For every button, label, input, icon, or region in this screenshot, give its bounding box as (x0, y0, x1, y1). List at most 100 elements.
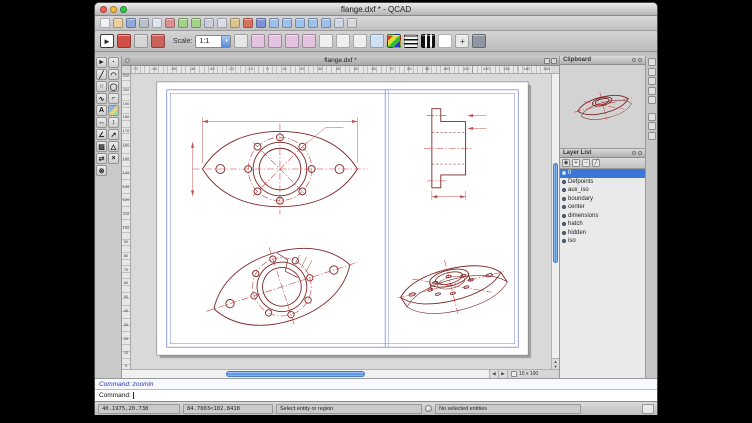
scale-combo[interactable]: 1:1 ▾ (195, 35, 231, 48)
snap-free-button[interactable] (234, 34, 248, 48)
panel-float-button[interactable] (632, 58, 637, 63)
document-maximize-button[interactable] (551, 58, 557, 64)
edit-layer-button[interactable]: ╱ (592, 159, 600, 167)
status-resize-grip[interactable] (642, 404, 654, 414)
print-preview-button[interactable] (152, 18, 162, 28)
crosshair-button[interactable]: + (455, 34, 469, 48)
text-tool[interactable]: A (96, 105, 107, 116)
minimize-button[interactable] (110, 6, 117, 13)
leader-tool[interactable]: ↗ (108, 129, 119, 140)
dimension-angular-tool[interactable]: ∠ (96, 129, 107, 140)
add-layer-button[interactable]: + (572, 159, 580, 167)
dimension-horizontal-tool[interactable]: ↔ (96, 117, 107, 128)
layer-panel-header[interactable]: Layer List (560, 149, 645, 158)
remove-layer-button[interactable]: − (582, 159, 590, 167)
snap-grid-button[interactable] (251, 34, 265, 48)
layer-row[interactable]: 0 (560, 169, 645, 178)
toggle-layer-visibility-button[interactable]: ◉ (562, 159, 570, 167)
command-input[interactable]: Command: (95, 389, 657, 401)
scroll-left-button[interactable]: ◀ (489, 370, 498, 378)
layer-row[interactable]: center (560, 203, 645, 212)
ellipse-tool[interactable]: ◯ (108, 81, 119, 92)
delete-tool[interactable]: × (108, 153, 119, 164)
zoom-in-button[interactable] (269, 18, 279, 28)
pointer-button[interactable]: ► (100, 34, 114, 48)
combo-arrows-icon[interactable]: ▾ (221, 36, 230, 47)
toggle-snap-toolbar-button[interactable] (648, 68, 656, 76)
horizontal-scrollbar[interactable]: ◀ ▶ (122, 370, 507, 378)
layer-visible-icon[interactable] (562, 214, 566, 218)
spline-tool[interactable]: ∿ (96, 93, 107, 104)
image-tool[interactable] (108, 105, 119, 116)
arc-tool[interactable]: ◠ (108, 69, 119, 80)
zoom-window-button[interactable] (295, 18, 305, 28)
restrict-orthogonal-button[interactable] (336, 34, 350, 48)
line-width-select[interactable] (404, 34, 418, 48)
layer-row[interactable]: hatch (560, 220, 645, 229)
paste-button[interactable] (230, 18, 240, 28)
zoom-button[interactable] (120, 6, 127, 13)
cut-button[interactable] (204, 18, 214, 28)
measure-tool[interactable]: △ (108, 141, 119, 152)
help-button[interactable] (347, 18, 357, 28)
layer-visible-icon[interactable] (562, 231, 566, 235)
snap-center-button[interactable] (302, 34, 316, 48)
pan-button[interactable] (334, 18, 344, 28)
layer-row[interactable]: hidden (560, 229, 645, 238)
edit-pen-button[interactable] (256, 18, 266, 28)
settings-button[interactable] (472, 34, 486, 48)
layer-row[interactable]: boundary (560, 195, 645, 204)
layer-visible-icon[interactable] (562, 222, 566, 226)
circle-tool[interactable]: ○ (96, 81, 107, 92)
snap-on-entity-button[interactable] (285, 34, 299, 48)
document-close-button[interactable] (125, 58, 130, 63)
export-pdf-button[interactable] (165, 18, 175, 28)
layer-visible-icon[interactable] (562, 205, 566, 209)
point-tool[interactable]: · (108, 57, 119, 68)
back-button[interactable] (151, 34, 165, 48)
eraser-button[interactable] (134, 34, 148, 48)
layer-row[interactable]: iso (560, 237, 645, 246)
layer-visible-icon[interactable] (562, 188, 566, 192)
document-minimize-button[interactable] (544, 58, 550, 64)
clipboard-panel-header[interactable]: Clipboard (560, 56, 645, 65)
line-tool[interactable]: ╱ (96, 69, 107, 80)
color-select[interactable] (387, 34, 401, 48)
layer-visible-icon[interactable] (562, 197, 566, 201)
restrict-horizontal-button[interactable] (353, 34, 367, 48)
toggle-library-panel-button[interactable] (648, 122, 656, 130)
undo-button[interactable] (178, 18, 188, 28)
window-titlebar[interactable]: flange.dxf * - QCAD (95, 3, 657, 16)
layer-row[interactable]: dimensions (560, 212, 645, 221)
explode-tool[interactable]: ⊗ (96, 165, 107, 176)
panel-close-button[interactable] (638, 58, 643, 63)
vertical-scrollbar[interactable]: ▲▼ (551, 74, 559, 369)
zoom-auto-option-button[interactable] (370, 34, 384, 48)
vertical-scrollbar-arrows[interactable]: ▲▼ (552, 358, 559, 369)
open-file-button[interactable] (113, 18, 123, 28)
dimension-vertical-tool[interactable]: ↕ (108, 117, 119, 128)
pen-button[interactable] (438, 34, 452, 48)
zoom-previous-button[interactable] (321, 18, 331, 28)
toggle-info-toolbar-button[interactable] (648, 77, 656, 85)
redo-button[interactable] (191, 18, 201, 28)
snap-endpoint-button[interactable] (268, 34, 282, 48)
stop-button[interactable] (117, 34, 131, 48)
zoom-out-button[interactable] (282, 18, 292, 28)
zoom-auto-button[interactable] (308, 18, 318, 28)
vertical-scrollbar-thumb[interactable] (553, 163, 558, 263)
toggle-layer-panel-button[interactable] (648, 96, 656, 104)
select-tool[interactable]: ► (96, 57, 107, 68)
toggle-block-panel-button[interactable] (648, 113, 656, 121)
modify-tool[interactable]: ⇄ (96, 153, 107, 164)
panel-close-button[interactable] (638, 151, 643, 156)
copy-button[interactable] (217, 18, 227, 28)
close-button[interactable] (100, 6, 107, 13)
layer-visible-icon[interactable] (562, 171, 566, 175)
toggle-cad-toolbar-button[interactable] (648, 58, 656, 66)
print-button[interactable] (139, 18, 149, 28)
restrict-off-button[interactable] (319, 34, 333, 48)
grid-toggle-button[interactable] (511, 371, 517, 377)
line-type-select[interactable] (421, 34, 435, 48)
layer-visible-icon[interactable] (562, 180, 566, 184)
